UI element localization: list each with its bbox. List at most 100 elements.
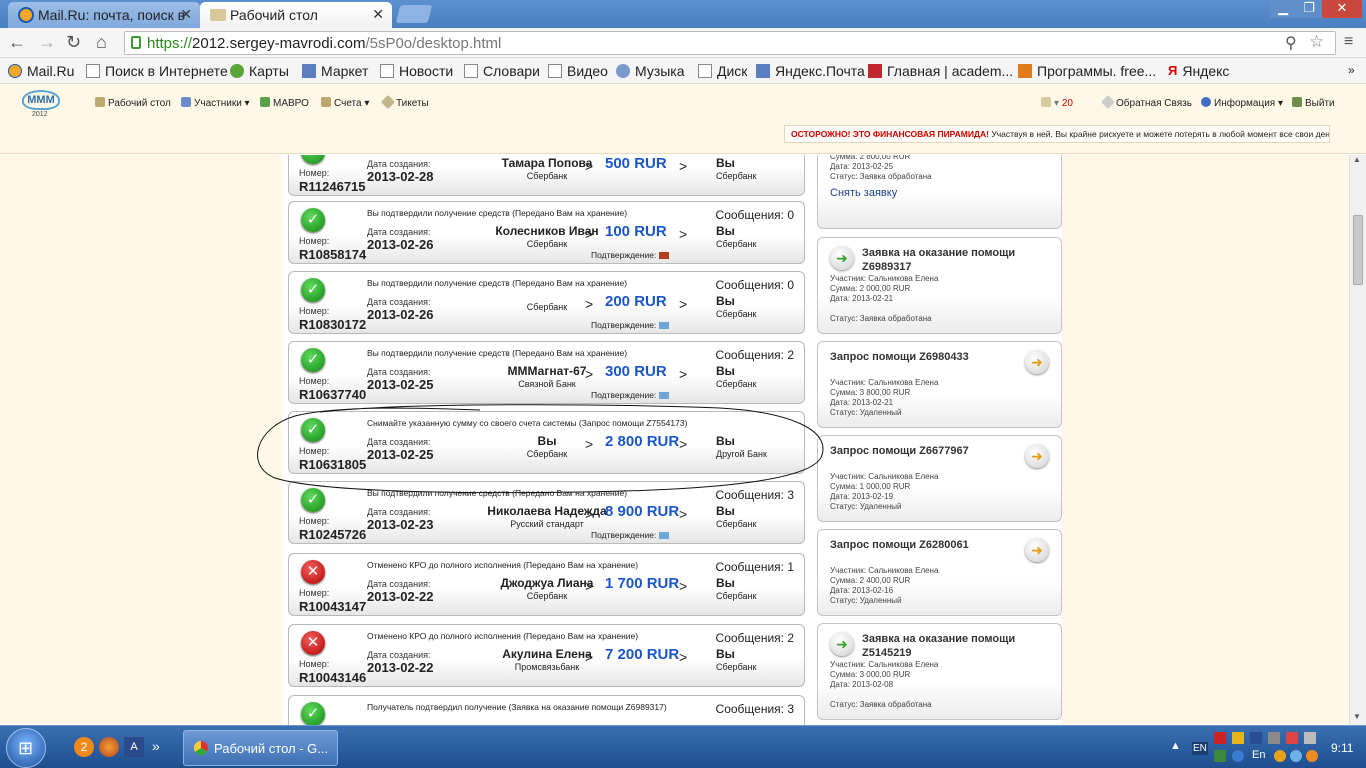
pyramid-warning[interactable]: ОСТОРОЖНО! ЭТО ФИНАНСОВАЯ ПИРАМИДА! Учас… [784, 125, 1330, 143]
request-card[interactable]: ➜ Заявка на оказание помощи Z6989317 Участ… [817, 237, 1062, 334]
more-apps-icon[interactable]: » [152, 738, 160, 754]
firefox-icon[interactable] [99, 737, 119, 757]
address-bar[interactable]: https://2012.sergey-mavrodi.com/5sP0o/de… [124, 31, 1336, 55]
menu-info[interactable]: Информация ▾ [1201, 97, 1283, 109]
bookmark-item[interactable]: Новости [380, 63, 453, 79]
confirmation[interactable]: Подтверждение: [591, 390, 670, 400]
taskbar-window-button[interactable]: Рабочий стол - G... [183, 730, 338, 766]
page-icon [380, 64, 394, 78]
green-arrow-icon[interactable]: ➜ [830, 246, 854, 270]
language-indicator[interactable]: EN [1192, 742, 1208, 755]
forward-icon[interactable]: → [38, 33, 56, 51]
bookmark-item[interactable]: Видео [548, 63, 608, 79]
search-icon[interactable]: ⚲ [1285, 33, 1297, 53]
attachment-icon[interactable] [659, 252, 670, 259]
tray-icon[interactable] [1274, 750, 1286, 762]
notifications[interactable]: ▾ 20 [1041, 97, 1073, 109]
tray-icon[interactable] [1304, 732, 1316, 744]
tab-mailru[interactable]: Mail.Ru: почта, поиск в ✕ [8, 2, 200, 28]
bell-icon [1041, 97, 1051, 107]
start-button[interactable]: ⊞ [6, 728, 46, 768]
request-card[interactable]: ➜ Запрос помощи Z6280061 Участник: Сальник… [817, 529, 1062, 616]
yellow-arrow-icon[interactable]: ➜ [1025, 350, 1049, 374]
yellow-arrow-icon[interactable]: ➜ [1025, 444, 1049, 468]
request-card[interactable]: ➜ Заявка на оказание помощи Z5145219 Участ… [817, 623, 1062, 720]
window-close-icon[interactable]: ✕ [1322, 0, 1362, 18]
confirmation[interactable]: Подтверждение: [591, 250, 670, 260]
bookmark-item[interactable]: Программы. free... [1018, 63, 1156, 79]
maximize-icon[interactable]: ❐ [1296, 0, 1322, 18]
back-icon[interactable]: ← [8, 33, 26, 51]
sender-name: Николаева Надежда [487, 504, 607, 518]
bookmark-item[interactable]: Поиск в Интернете [86, 63, 228, 79]
bookmark-item[interactable]: Музыка [616, 63, 685, 79]
bookmark-item[interactable]: Я Яндекс [1168, 63, 1229, 79]
page-scrollbar[interactable]: ▲ ▼ [1349, 155, 1366, 725]
scroll-up-icon[interactable]: ▲ [1353, 155, 1361, 164]
transaction-card[interactable]: ✓ Вы подтвердили получение средств (Перед… [288, 271, 805, 334]
scroll-down-icon[interactable]: ▼ [1353, 712, 1361, 721]
tray-icon[interactable] [1232, 750, 1244, 762]
menu-tickets[interactable]: Тикеты [380, 94, 429, 110]
tray-icon[interactable] [1214, 732, 1226, 744]
attachment-icon[interactable] [659, 532, 670, 539]
transaction-card[interactable]: ✓ Вы подтвердили получение средств (Перед… [288, 201, 805, 264]
tray-icon[interactable] [1290, 750, 1302, 762]
menu-logout[interactable]: Выйти [1292, 97, 1335, 109]
tray-icon[interactable] [1286, 732, 1298, 744]
request-card[interactable]: ➜ Запрос помощи Z6677967 Участник: Сальник… [817, 435, 1062, 522]
clock[interactable]: 9:11 [1331, 741, 1353, 755]
confirmation[interactable]: Подтверждение: [591, 530, 670, 540]
cancel-request-link[interactable]: Снять заявку [830, 187, 897, 199]
green-arrow-icon[interactable]: ➜ [830, 632, 854, 656]
bookmark-item[interactable]: Главная | academ... [868, 63, 1013, 79]
request-card[interactable]: Z7554173Участник: Сальникова ЕленаСумма:… [817, 155, 1062, 229]
menu-desktop[interactable]: Рабочий стол [95, 97, 171, 109]
tray-icon[interactable] [1306, 750, 1318, 762]
transaction-card[interactable]: ✓ Номер:R11246715Дата создания:2013-02-28… [288, 155, 805, 196]
tray-expand-icon[interactable]: ▲ [1170, 740, 1181, 752]
request-card[interactable]: ➜ Запрос помощи Z6980433 Участник: Сальник… [817, 341, 1062, 428]
tray-icon[interactable] [1214, 750, 1226, 762]
scrollbar-thumb[interactable] [1353, 215, 1363, 285]
bookmark-item[interactable]: Mail.Ru [8, 63, 74, 79]
menu-accounts[interactable]: Счета ▾ [321, 97, 369, 109]
confirmation[interactable]: Подтверждение: [591, 320, 670, 330]
transaction-card[interactable]: ✕ Отменено КРО до полного исполнения (Пер… [288, 553, 805, 616]
request-date: Дата: 2013-02-25 [830, 162, 894, 171]
home-icon[interactable]: ⌂ [96, 33, 107, 51]
warning-text: Участвуя в ней, Вы крайне рискуете и мож… [991, 129, 1330, 139]
close-icon[interactable]: ✕ [180, 6, 192, 23]
mmm-logo[interactable]: МММ 2012 [22, 90, 62, 120]
app-icon-browser[interactable]: 2 [74, 737, 94, 757]
menu-feedback[interactable]: Обратная Связь [1100, 94, 1192, 110]
request-title: Запрос помощи Z6677967 [830, 445, 969, 457]
bookmark-star-icon[interactable]: ☆ [1309, 32, 1324, 52]
close-icon[interactable]: ✕ [372, 6, 384, 23]
yellow-arrow-icon[interactable]: ➜ [1025, 538, 1049, 562]
tray-icon[interactable] [1268, 732, 1280, 744]
transaction-card[interactable]: ✕ Отменено КРО до полного исполнения (Пер… [288, 624, 805, 687]
menu-icon[interactable]: ≡ [1344, 33, 1353, 51]
bookmark-item[interactable]: Маркет [302, 63, 368, 79]
tray-icon[interactable] [1232, 732, 1244, 744]
bookmark-item[interactable]: Диск [698, 63, 747, 79]
attachment-icon[interactable] [659, 392, 670, 399]
bookmark-item[interactable]: Словари [464, 63, 540, 79]
minimize-icon[interactable]: ▁ [1270, 0, 1296, 18]
language-indicator-2[interactable]: En [1252, 749, 1265, 761]
reload-icon[interactable]: ↻ [66, 33, 81, 51]
date-label: Дата создания: [367, 650, 431, 660]
transaction-card[interactable]: ✓ Вы подтвердили получение средств (Перед… [288, 341, 805, 404]
attachment-icon[interactable] [659, 322, 670, 329]
app-icon[interactable]: A [124, 737, 144, 757]
tray-icon[interactable] [1250, 732, 1262, 744]
more-bookmarks-icon[interactable]: » [1348, 63, 1355, 77]
tab-desktop[interactable]: Рабочий стол ✕ [200, 2, 392, 28]
transaction-card[interactable]: ✓ Получатель подтвердил получение (Заявка… [288, 695, 805, 725]
menu-mavro[interactable]: МАВРО [260, 97, 309, 109]
menu-participants[interactable]: Участники ▾ [181, 97, 250, 109]
new-tab-button[interactable] [395, 5, 433, 23]
bookmark-item[interactable]: Карты [230, 63, 289, 79]
bookmark-item[interactable]: Яндекс.Почта [756, 63, 865, 79]
